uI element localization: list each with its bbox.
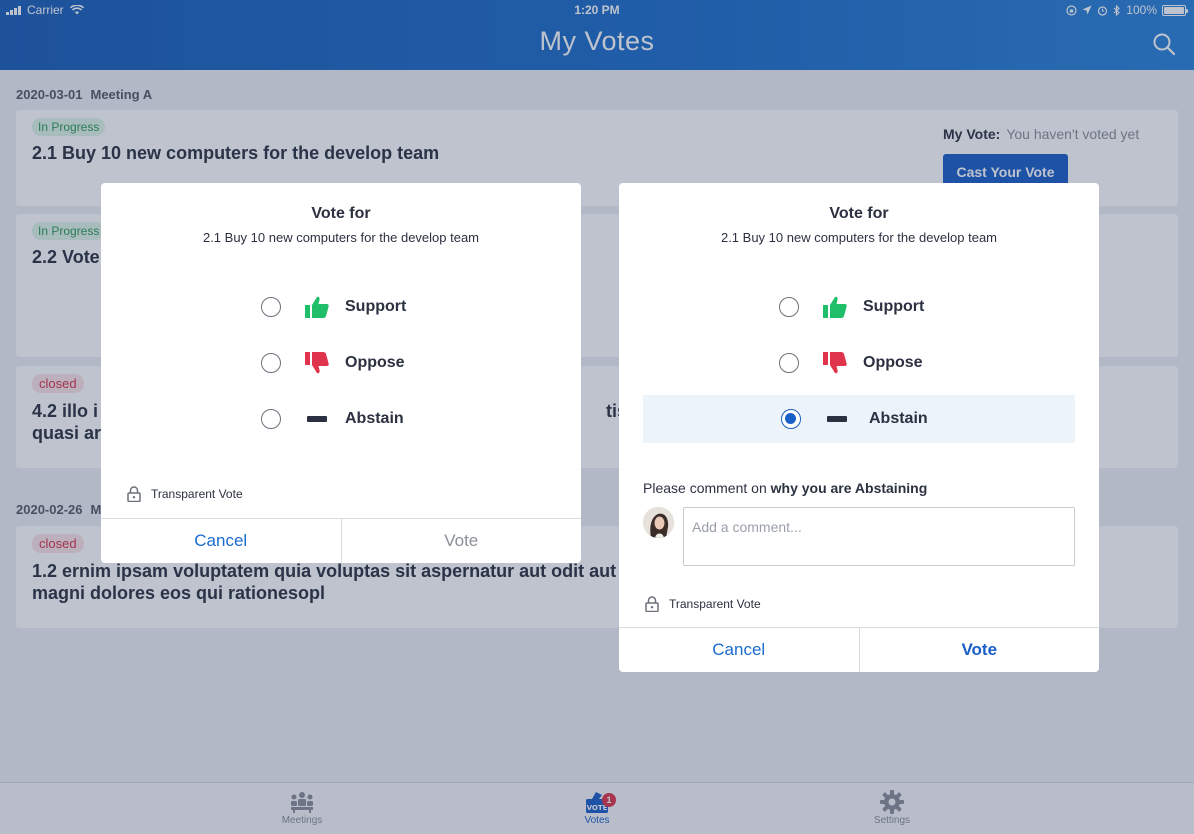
thumbs-up-icon	[305, 296, 329, 318]
dialog-title: Vote for	[311, 205, 371, 222]
thumbs-down-icon	[823, 352, 847, 374]
option-support[interactable]: Support	[643, 283, 1075, 331]
dialog-actions: Cancel Vote	[619, 627, 1099, 672]
option-label: Oppose	[863, 354, 923, 371]
radio-oppose[interactable]	[779, 353, 799, 373]
option-oppose[interactable]: Oppose	[101, 339, 581, 387]
radio-abstain[interactable]	[261, 409, 281, 429]
vote-button[interactable]: Vote	[858, 628, 1100, 672]
option-label: Support	[345, 298, 407, 315]
thumbs-up-icon	[823, 296, 847, 318]
comment-prompt: Please comment on why you are Abstaining	[643, 480, 928, 496]
radio-support[interactable]	[779, 297, 799, 317]
option-abstain[interactable]: Abstain	[643, 395, 1075, 443]
option-label: Support	[863, 298, 925, 315]
radio-abstain-selected[interactable]	[781, 409, 801, 429]
cancel-button[interactable]: Cancel	[101, 519, 341, 563]
dialog-title: Vote for	[829, 205, 889, 222]
avatar	[643, 507, 674, 538]
option-oppose[interactable]: Oppose	[643, 339, 1075, 387]
option-label: Abstain	[345, 410, 404, 427]
option-label: Abstain	[869, 410, 928, 427]
abstain-icon	[307, 416, 327, 422]
option-support[interactable]: Support	[101, 283, 581, 331]
option-abstain[interactable]: Abstain	[101, 395, 581, 443]
thumbs-down-icon	[305, 352, 329, 374]
cancel-button[interactable]: Cancel	[619, 628, 859, 672]
comment-field[interactable]	[683, 507, 1075, 566]
dialog-actions: Cancel Vote	[101, 518, 581, 563]
vote-dialog-abstain: Vote for 2.1 Buy 10 new computers for th…	[619, 183, 1099, 672]
vote-button[interactable]: Vote	[340, 519, 582, 563]
vote-dialog-empty: Vote for 2.1 Buy 10 new computers for th…	[101, 183, 581, 563]
radio-oppose[interactable]	[261, 353, 281, 373]
transparent-vote-note: Transparent Vote	[645, 596, 761, 612]
lock-icon	[127, 486, 141, 502]
radio-support[interactable]	[261, 297, 281, 317]
dialog-subtitle: 2.1 Buy 10 new computers for the develop…	[720, 230, 998, 245]
abstain-icon	[827, 416, 847, 422]
dialog-subtitle: 2.1 Buy 10 new computers for the develop…	[202, 230, 480, 245]
transparent-vote-note: Transparent Vote	[127, 486, 243, 502]
option-label: Oppose	[345, 354, 405, 371]
lock-icon	[645, 596, 659, 612]
